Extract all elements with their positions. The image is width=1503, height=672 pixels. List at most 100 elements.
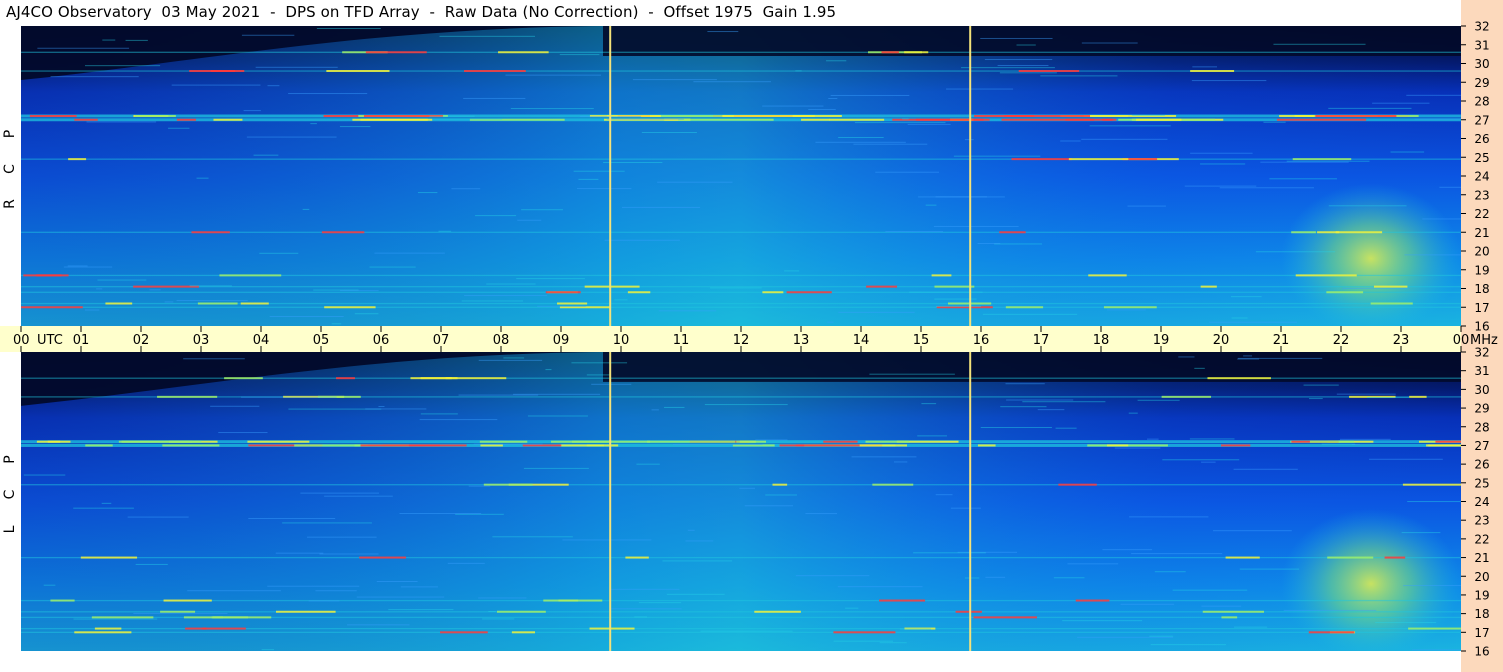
polarization-label-letter: R — [2, 199, 18, 209]
signal-segment — [483, 483, 533, 486]
noise-streak — [315, 590, 357, 592]
spectrogram-chart: 3231302928272625242322212019181716PCR323… — [0, 0, 1503, 672]
signal-segment — [29, 115, 77, 117]
frequency-tick-label: 30 — [1474, 383, 1489, 397]
noise-streak — [482, 618, 515, 620]
noise-streak — [516, 278, 585, 280]
noise-streak — [854, 122, 946, 124]
signal-segment — [1106, 444, 1129, 447]
noise-streak — [527, 415, 588, 417]
noise-streak — [86, 121, 157, 123]
signal-segment — [522, 444, 562, 447]
noise-streak — [1190, 152, 1253, 154]
noise-streak — [980, 37, 1053, 39]
noise-streak — [1162, 459, 1240, 461]
time-unit-label: UTC — [37, 333, 63, 348]
signal-segment — [479, 440, 528, 443]
signal-segment — [240, 302, 269, 305]
time-tick-label: 13 — [793, 333, 810, 348]
time-marker-line — [609, 352, 612, 651]
signal-segment — [881, 51, 899, 54]
noise-streak — [1239, 568, 1300, 570]
noise-streak — [657, 181, 733, 183]
signal-segment — [931, 274, 952, 277]
noise-streak — [573, 170, 625, 172]
signal-segment — [1317, 231, 1340, 234]
noise-streak — [1283, 609, 1377, 611]
noise-streak — [464, 295, 548, 297]
noise-streak — [451, 188, 481, 190]
noise-streak — [376, 580, 418, 582]
noise-streak — [419, 419, 498, 421]
signal-segment — [360, 444, 440, 447]
signal-segment — [160, 610, 196, 613]
noise-streak — [1055, 427, 1077, 429]
noise-streak — [1114, 447, 1161, 449]
signal-segment — [50, 599, 75, 602]
time-tick-label: 14 — [853, 333, 870, 348]
frequency-tick-label: 27 — [1474, 113, 1489, 127]
frequency-tick-label: 24 — [1474, 170, 1489, 184]
time-tick-label: 03 — [193, 333, 210, 348]
noise-streak — [1404, 254, 1461, 256]
noise-streak — [755, 439, 788, 441]
frequency-tick-label: 17 — [1474, 301, 1489, 315]
noise-streak — [1375, 622, 1437, 624]
noise-streak — [429, 115, 475, 117]
signal-segment — [1068, 158, 1129, 161]
signal-segment — [1435, 440, 1461, 443]
time-tick-label: 17 — [1033, 333, 1050, 348]
noise-streak — [853, 143, 928, 145]
noise-streak — [127, 516, 189, 518]
noise-streak — [1120, 603, 1175, 605]
noise-streak — [1269, 178, 1337, 180]
noise-streak — [1328, 107, 1412, 109]
frequency-tick-label: 28 — [1474, 420, 1489, 434]
noise-streak — [762, 105, 824, 107]
noise-streak — [505, 74, 602, 76]
signal-segment — [197, 302, 238, 305]
signal-segment — [1225, 556, 1260, 559]
noise-streak — [463, 97, 526, 99]
noise-streak — [420, 413, 458, 415]
frequency-tick-label: 23 — [1474, 514, 1489, 528]
signal-segment — [1373, 285, 1408, 288]
signal-segment — [1200, 285, 1217, 288]
frequency-tick-label: 29 — [1474, 76, 1489, 90]
signal-segment — [80, 556, 138, 559]
noise-streak — [1077, 636, 1174, 638]
signal-segment — [1315, 115, 1397, 117]
noise-streak — [1406, 94, 1461, 96]
signal-segment — [772, 483, 788, 486]
upper-frequency-dark — [603, 26, 1461, 56]
noise-streak — [486, 283, 536, 285]
noise-streak — [869, 373, 955, 375]
signal-segment — [1408, 627, 1461, 630]
noise-streak — [977, 242, 1001, 244]
noise-streak — [1132, 115, 1165, 117]
time-marker-line — [969, 26, 972, 326]
polarization-label-letter: L — [2, 525, 18, 533]
noise-streak — [984, 59, 1053, 61]
noise-streak — [1016, 44, 1036, 46]
signal-band — [21, 158, 1461, 160]
noise-streak — [125, 39, 148, 41]
signal-segment — [247, 440, 310, 443]
noise-streak — [578, 178, 599, 180]
frequency-tick-label: 31 — [1474, 38, 1489, 52]
noise-streak — [603, 161, 663, 163]
signal-segment — [865, 440, 910, 443]
signal-segment — [1088, 274, 1127, 277]
signal-segment — [36, 440, 61, 443]
noise-streak — [261, 649, 275, 651]
signal-band — [21, 631, 1461, 634]
noise-streak — [133, 612, 228, 614]
noise-streak — [837, 586, 923, 588]
signal-segment — [352, 118, 433, 121]
frequency-tick-label: 27 — [1474, 439, 1489, 453]
noise-streak — [306, 536, 377, 538]
noise-streak — [1201, 605, 1242, 607]
signal-segment — [85, 444, 113, 447]
signal-segment — [496, 610, 546, 613]
noise-streak — [953, 155, 1041, 157]
